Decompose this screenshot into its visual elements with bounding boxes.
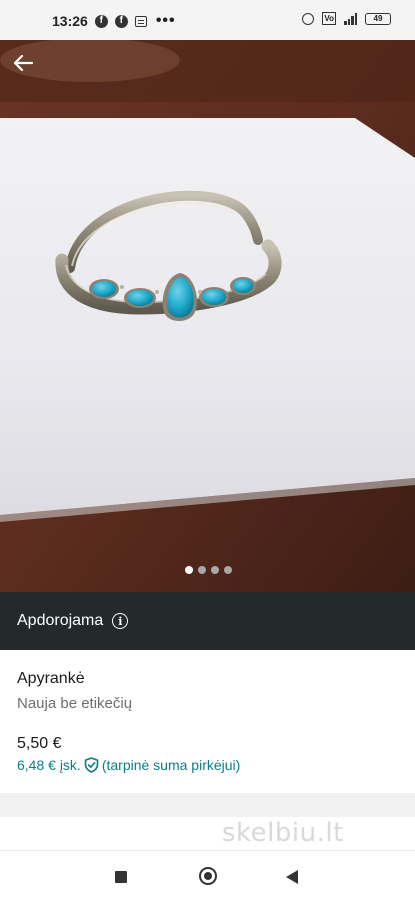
product-photo[interactable] [0,40,415,592]
system-nav-bar [0,850,415,901]
facebook-icon: f [94,14,108,28]
status-left: 13:26 f f ••• [52,12,176,30]
back-button[interactable] [8,48,38,78]
price-total: 6,48 € įsk. [17,757,81,773]
recent-apps-button[interactable] [115,871,127,883]
price-with-protection[interactable]: 6,48 € įsk. (tarpinė suma pirkėjui) [17,757,240,773]
status-right: Vo 49 [302,12,391,25]
home-button[interactable] [199,867,217,885]
price-note: (tarpinė suma pirkėjui) [101,757,241,773]
gallery-dot[interactable] [198,566,206,574]
gallery-indicator [185,566,232,574]
item-price: 5,50 € [17,735,62,752]
section-divider [0,793,415,817]
battery-icon: 49 [365,12,391,25]
item-condition: Nauja be etikečių [17,695,133,712]
shield-check-icon [84,757,99,773]
system-back-button[interactable] [286,870,298,884]
item-title: Apyrankė [17,670,85,687]
more-notifications-icon: ••• [155,12,176,29]
content-area [0,817,415,850]
news-icon [134,15,147,27]
signal-icon [344,12,357,25]
bracelet-image [0,40,415,592]
status-bar: 13:26 f f ••• Vo 49 [0,0,415,40]
alarm-icon [302,12,315,25]
gallery-dot[interactable] [185,566,193,574]
gallery-dot[interactable] [224,566,232,574]
watermark: skelbiu.lt [222,818,344,848]
info-icon[interactable]: i [112,613,129,629]
arrow-left-icon [13,54,34,72]
gallery-dot[interactable] [211,566,219,574]
volte-icon: Vo [322,12,336,25]
order-status-banner: Apdorojama i [0,592,415,650]
status-banner-text: Apdorojama [17,612,104,629]
facebook-icon-2: f [114,14,128,28]
status-time: 13:26 [52,13,88,29]
